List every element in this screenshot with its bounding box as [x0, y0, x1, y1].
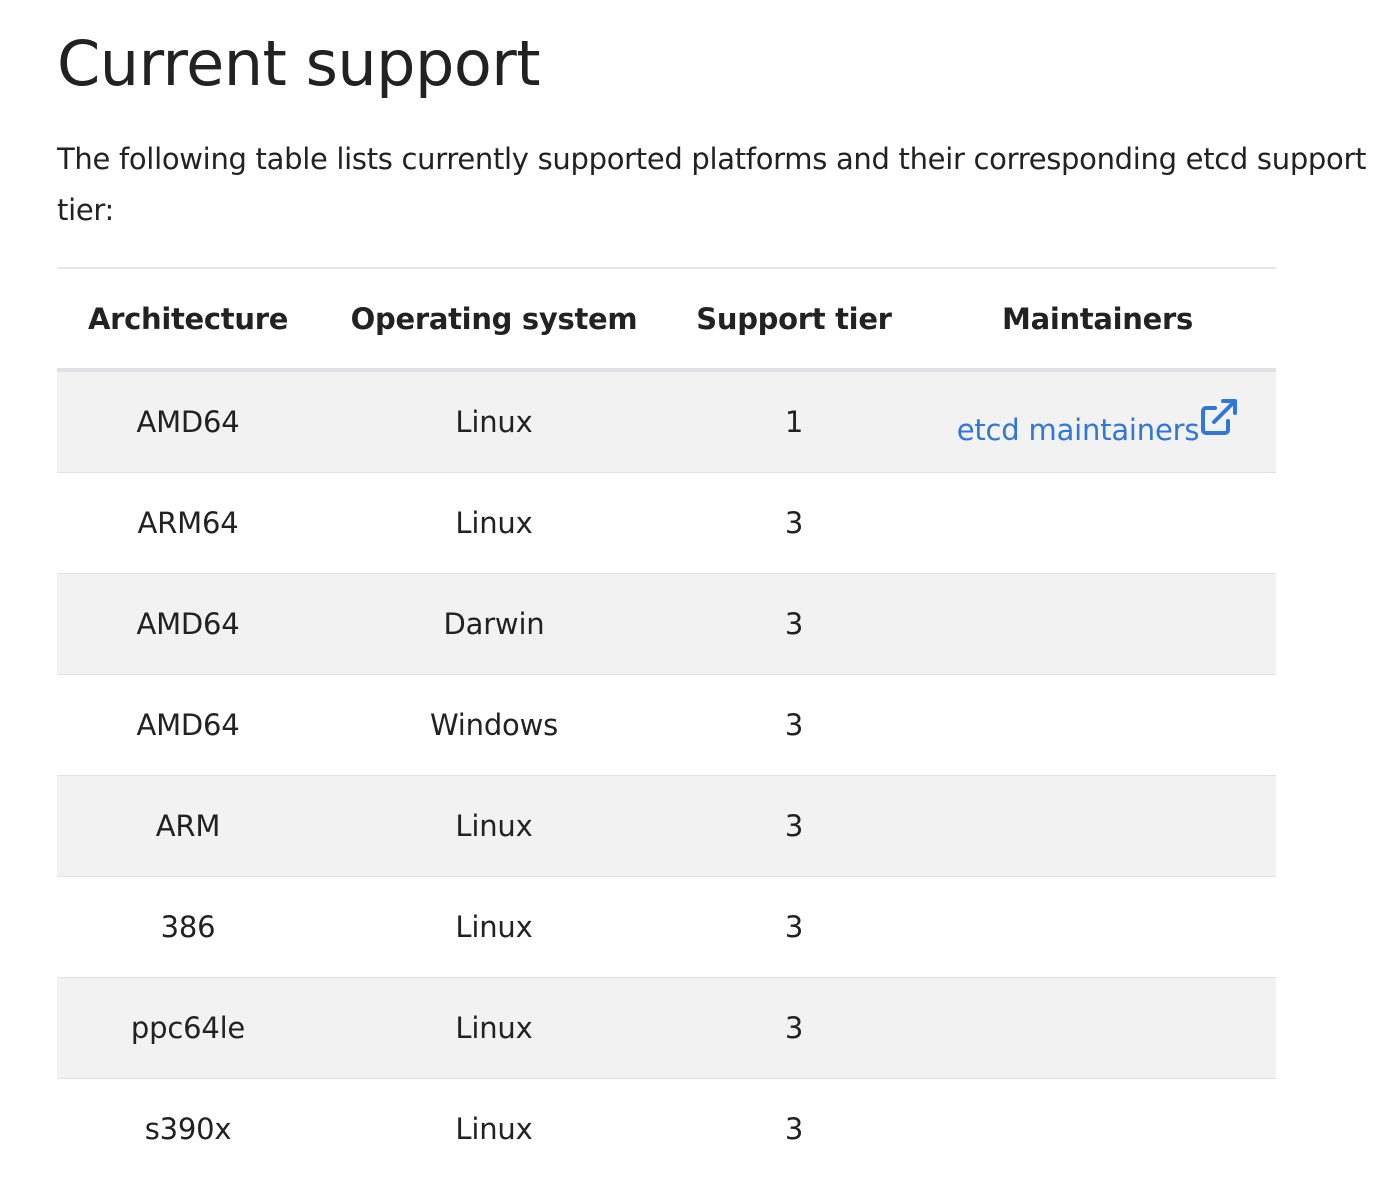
header-architecture: Architecture	[57, 268, 319, 372]
cell-support-tier: 3	[669, 977, 919, 1079]
cell-operating-system: Linux	[455, 1112, 533, 1146]
cell-architecture: AMD64	[57, 573, 319, 675]
table-row: ppc64le Linux 3	[57, 977, 1276, 1079]
etcd-maintainers-link-text: etcd maintainers	[956, 412, 1200, 447]
table-row: ARM64 Linux 3	[57, 472, 1276, 574]
intro-paragraph: The following table lists currently supp…	[57, 142, 1367, 227]
page-title: Current support	[57, 27, 541, 100]
header-row: Architecture Operating system Support ti…	[57, 268, 1276, 372]
cell-operating-system: Linux	[319, 876, 669, 978]
cell-architecture: ARM	[57, 775, 319, 877]
table-body: AMD64 Linux 1 etcd maintainers ARM64 Lin…	[57, 370, 1276, 1179]
cell-architecture: AMD64	[57, 370, 319, 473]
cell-support-tier: 3	[669, 674, 919, 776]
header-operating-system: Operating system	[319, 268, 669, 372]
table-row: AMD64 Darwin 3	[57, 573, 1276, 675]
header-support-tier: Support tier	[669, 268, 919, 372]
table-row: AMD64 Windows 3	[57, 674, 1276, 776]
cell-maintainers	[919, 674, 1276, 776]
cell-support-tier: 3	[784, 1112, 804, 1146]
table-row: 386 Linux 3	[57, 876, 1276, 978]
support-table: Architecture Operating system Support ti…	[57, 267, 1276, 1179]
cell-architecture: s390x	[144, 1112, 232, 1146]
cell-operating-system: Linux	[319, 977, 669, 1079]
table-header: Architecture Operating system Support ti…	[57, 268, 1276, 372]
cell-support-tier: 3	[669, 775, 919, 877]
cell-operating-system: Windows	[319, 674, 669, 776]
cell-operating-system: Darwin	[319, 573, 669, 675]
cell-operating-system: Linux	[319, 775, 669, 877]
cell-operating-system: Linux	[319, 370, 669, 473]
cell-maintainers	[919, 876, 1276, 978]
cell-support-tier: 3	[669, 573, 919, 675]
cell-support-tier: 1	[669, 370, 919, 473]
cell-maintainers: etcd maintainers	[919, 370, 1276, 473]
cell-operating-system: Linux	[319, 472, 669, 574]
external-link-icon	[1201, 398, 1238, 435]
etcd-maintainers-link[interactable]: etcd maintainers	[956, 398, 1239, 447]
cell-maintainers	[919, 472, 1276, 574]
cell-maintainers	[919, 573, 1276, 675]
cell-support-tier: 3	[669, 472, 919, 574]
header-maintainers: Maintainers	[919, 268, 1276, 372]
table-row: s390x Linux 3	[57, 1079, 1276, 1180]
cell-maintainers	[919, 977, 1276, 1079]
cell-architecture: 386	[57, 876, 319, 978]
cell-architecture: ppc64le	[57, 977, 319, 1079]
cell-architecture: AMD64	[57, 674, 319, 776]
cell-architecture: ARM64	[57, 472, 319, 574]
cell-maintainers	[919, 775, 1276, 877]
table-row: ARM Linux 3	[57, 775, 1276, 877]
cell-support-tier: 3	[669, 876, 919, 978]
cell-maintainers	[919, 1079, 1276, 1180]
table-row: AMD64 Linux 1 etcd maintainers	[57, 370, 1276, 473]
